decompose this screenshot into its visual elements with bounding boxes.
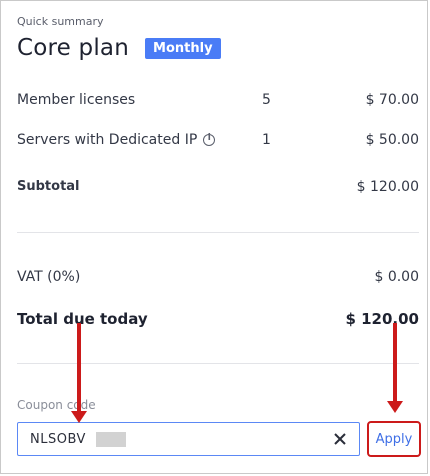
order-summary-card: Quick summary Core plan Monthly Member l… [0,0,428,474]
annotation-arrow-head-icon [387,401,403,413]
total-label: Total due today [17,310,148,328]
vat-label: VAT (0%) [17,269,81,285]
line-item-label: Member licenses [17,92,136,108]
line-item-qty: 5 [262,92,271,108]
billing-badge: Monthly [145,37,221,59]
divider [17,232,419,233]
coupon-label: Coupon code [17,398,96,412]
line-item-price: $ 50.00 [365,132,419,148]
vat-price: $ 0.00 [374,269,419,285]
line-item-qty: 1 [262,132,271,148]
redacted-text [96,432,126,447]
line-item-price: $ 70.00 [365,92,419,108]
plan-title-row: Core plan Monthly [17,35,221,61]
annotation-arrow-shaft [77,323,81,415]
info-circle-icon[interactable] [203,133,216,146]
subtotal-price: $ 120.00 [356,179,419,195]
summary-eyebrow: Quick summary [17,15,104,28]
coupon-input[interactable]: NLSOBV [17,422,360,456]
line-item-label: Servers with Dedicated IP [17,132,198,148]
close-icon[interactable] [333,432,347,446]
total-price: $ 120.00 [345,310,419,328]
subtotal-label: Subtotal [17,179,80,194]
coupon-input-value[interactable]: NLSOBV [30,432,86,447]
plan-title: Core plan [17,35,130,61]
annotation-arrow-shaft [393,323,397,403]
annotation-arrow-head-icon [71,411,87,423]
line-item-label-wrap: Servers with Dedicated IP [17,132,216,148]
apply-coupon-button[interactable]: Apply [367,421,421,457]
